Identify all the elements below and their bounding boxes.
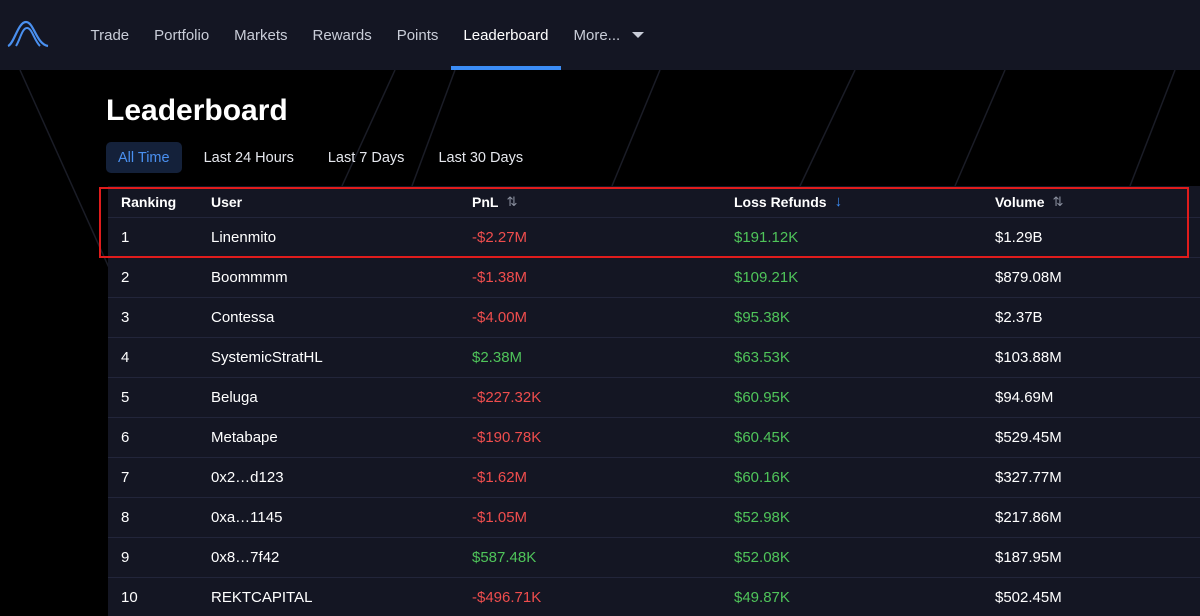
cell-loss-refunds: $191.12K [734, 229, 799, 246]
cell-pnl: -$1.38M [472, 269, 528, 286]
header-loss-refunds[interactable]: Loss Refunds ↓ [734, 186, 842, 217]
cell-ranking: 10 [121, 589, 138, 606]
cell-volume: $1.29B [995, 229, 1043, 246]
table-header-row: Ranking User PnL ⇅ Loss Refunds ↓ Volume… [108, 186, 1200, 218]
cell-user[interactable]: 0xa…1145 [211, 498, 282, 537]
time-range-tabs: All Time Last 24 Hours Last 7 Days Last … [106, 142, 535, 173]
cell-loss-refunds: $52.98K [734, 509, 790, 526]
nav-item-leaderboard[interactable]: Leaderboard [450, 0, 562, 70]
table-row[interactable]: 4 SystemicStratHL $2.38M $63.53K $103.88… [108, 338, 1200, 378]
nav-item-portfolio[interactable]: Portfolio [142, 0, 222, 70]
cell-user[interactable]: 0x8…7f42 [211, 538, 279, 577]
leaderboard-table: Ranking User PnL ⇅ Loss Refunds ↓ Volume… [108, 186, 1200, 616]
nav-item-trade[interactable]: Trade [78, 0, 142, 70]
cell-loss-refunds: $95.38K [734, 309, 790, 326]
cell-loss-refunds: $60.16K [734, 469, 790, 486]
arrow-down-icon[interactable]: ↓ [835, 193, 843, 210]
cell-user[interactable]: 0x2…d123 [211, 458, 284, 497]
nav-item-markets[interactable]: Markets [222, 0, 300, 70]
cell-ranking: 2 [121, 269, 130, 286]
cell-loss-refunds: $60.95K [734, 389, 790, 406]
cell-ranking: 5 [121, 389, 130, 406]
cell-pnl: -$4.00M [472, 309, 528, 326]
table-row[interactable]: 5 Beluga -$227.32K $60.95K $94.69M [108, 378, 1200, 418]
table-row[interactable]: 10 REKTCAPITAL -$496.71K $49.87K $502.45… [108, 578, 1200, 616]
cell-user[interactable]: SystemicStratHL [211, 338, 323, 377]
header-pnl[interactable]: PnL ⇅ [472, 186, 517, 217]
nav-item-more[interactable]: More... [561, 0, 657, 70]
cell-pnl: $2.38M [472, 349, 523, 366]
table-row[interactable]: 1 Linenmito -$2.27M $191.12K $1.29B [108, 218, 1200, 258]
nav-item-label: Rewards [312, 26, 372, 44]
cell-ranking: 1 [121, 229, 130, 246]
cell-user[interactable]: Beluga [211, 378, 258, 417]
header-ranking: Ranking [121, 193, 177, 210]
tab-all-time[interactable]: All Time [106, 142, 182, 173]
cell-loss-refunds: $109.21K [734, 269, 799, 286]
nav-item-label: More... [573, 26, 621, 44]
cell-pnl: -$190.78K [472, 429, 542, 446]
nav-item-points[interactable]: Points [384, 0, 451, 70]
nav-item-label: Leaderboard [463, 26, 549, 44]
cell-user[interactable]: Metabape [211, 418, 278, 457]
header-loss-refunds-label: Loss Refunds [734, 193, 827, 210]
table-row[interactable]: 8 0xa…1145 -$1.05M $52.98K $217.86M [108, 498, 1200, 538]
caret-down-icon [632, 32, 645, 38]
nav-menu: Trade Portfolio Markets Rewards Points L… [78, 0, 657, 70]
cell-user[interactable]: Boommmm [211, 258, 288, 297]
table-row[interactable]: 2 Boommmm -$1.38M $109.21K $879.08M [108, 258, 1200, 298]
cell-volume: $103.88M [995, 349, 1062, 366]
nav-item-label: Trade [90, 26, 130, 44]
cell-user[interactable]: REKTCAPITAL [211, 578, 312, 616]
cell-ranking: 8 [121, 509, 130, 526]
nav-item-rewards[interactable]: Rewards [300, 0, 384, 70]
cell-user[interactable]: Contessa [211, 298, 274, 337]
cell-ranking: 4 [121, 349, 130, 366]
cell-volume: $2.37B [995, 309, 1043, 326]
cell-volume: $94.69M [995, 389, 1054, 406]
cell-pnl: -$2.27M [472, 229, 528, 246]
cell-pnl: -$1.62M [472, 469, 528, 486]
sort-up-down-icon[interactable]: ⇅ [506, 194, 517, 210]
cell-volume: $879.08M [995, 269, 1062, 286]
cell-pnl: -$1.05M [472, 509, 528, 526]
cell-pnl: -$496.71K [472, 589, 542, 606]
cell-volume: $327.77M [995, 469, 1062, 486]
cell-loss-refunds: $49.87K [734, 589, 790, 606]
table-row[interactable]: 7 0x2…d123 -$1.62M $60.16K $327.77M [108, 458, 1200, 498]
cell-loss-refunds: $52.08K [734, 549, 790, 566]
sort-up-down-icon[interactable]: ⇅ [1053, 194, 1064, 210]
cell-volume: $529.45M [995, 429, 1062, 446]
cell-volume: $187.95M [995, 549, 1062, 566]
header-pnl-label: PnL [472, 193, 499, 210]
header-volume-label: Volume [995, 193, 1045, 210]
cell-pnl: $587.48K [472, 549, 537, 566]
table-row[interactable]: 3 Contessa -$4.00M $95.38K $2.37B [108, 298, 1200, 338]
header-user: User [211, 193, 243, 210]
header-volume[interactable]: Volume ⇅ [995, 186, 1063, 217]
nav-item-label: Portfolio [154, 26, 210, 44]
table-row[interactable]: 6 Metabape -$190.78K $60.45K $529.45M [108, 418, 1200, 458]
nav-item-label: Points [396, 26, 439, 44]
cell-user[interactable]: Linenmito [211, 218, 276, 257]
brand-logo-icon[interactable] [6, 18, 50, 50]
cell-volume: $502.45M [995, 589, 1062, 606]
cell-ranking: 9 [121, 549, 130, 566]
tab-last-24-hours[interactable]: Last 24 Hours [192, 142, 306, 173]
nav-item-label: Markets [234, 26, 288, 44]
cell-ranking: 3 [121, 309, 130, 326]
cell-pnl: -$227.32K [472, 389, 542, 406]
cell-loss-refunds: $60.45K [734, 429, 790, 446]
cell-loss-refunds: $63.53K [734, 349, 790, 366]
tab-last-7-days[interactable]: Last 7 Days [316, 142, 417, 173]
table-row[interactable]: 9 0x8…7f42 $587.48K $52.08K $187.95M [108, 538, 1200, 578]
tab-last-30-days[interactable]: Last 30 Days [426, 142, 535, 173]
cell-ranking: 6 [121, 429, 130, 446]
page-title: Leaderboard [106, 94, 288, 127]
cell-volume: $217.86M [995, 509, 1062, 526]
top-navigation-bar: Trade Portfolio Markets Rewards Points L… [0, 0, 1200, 70]
cell-ranking: 7 [121, 469, 130, 486]
